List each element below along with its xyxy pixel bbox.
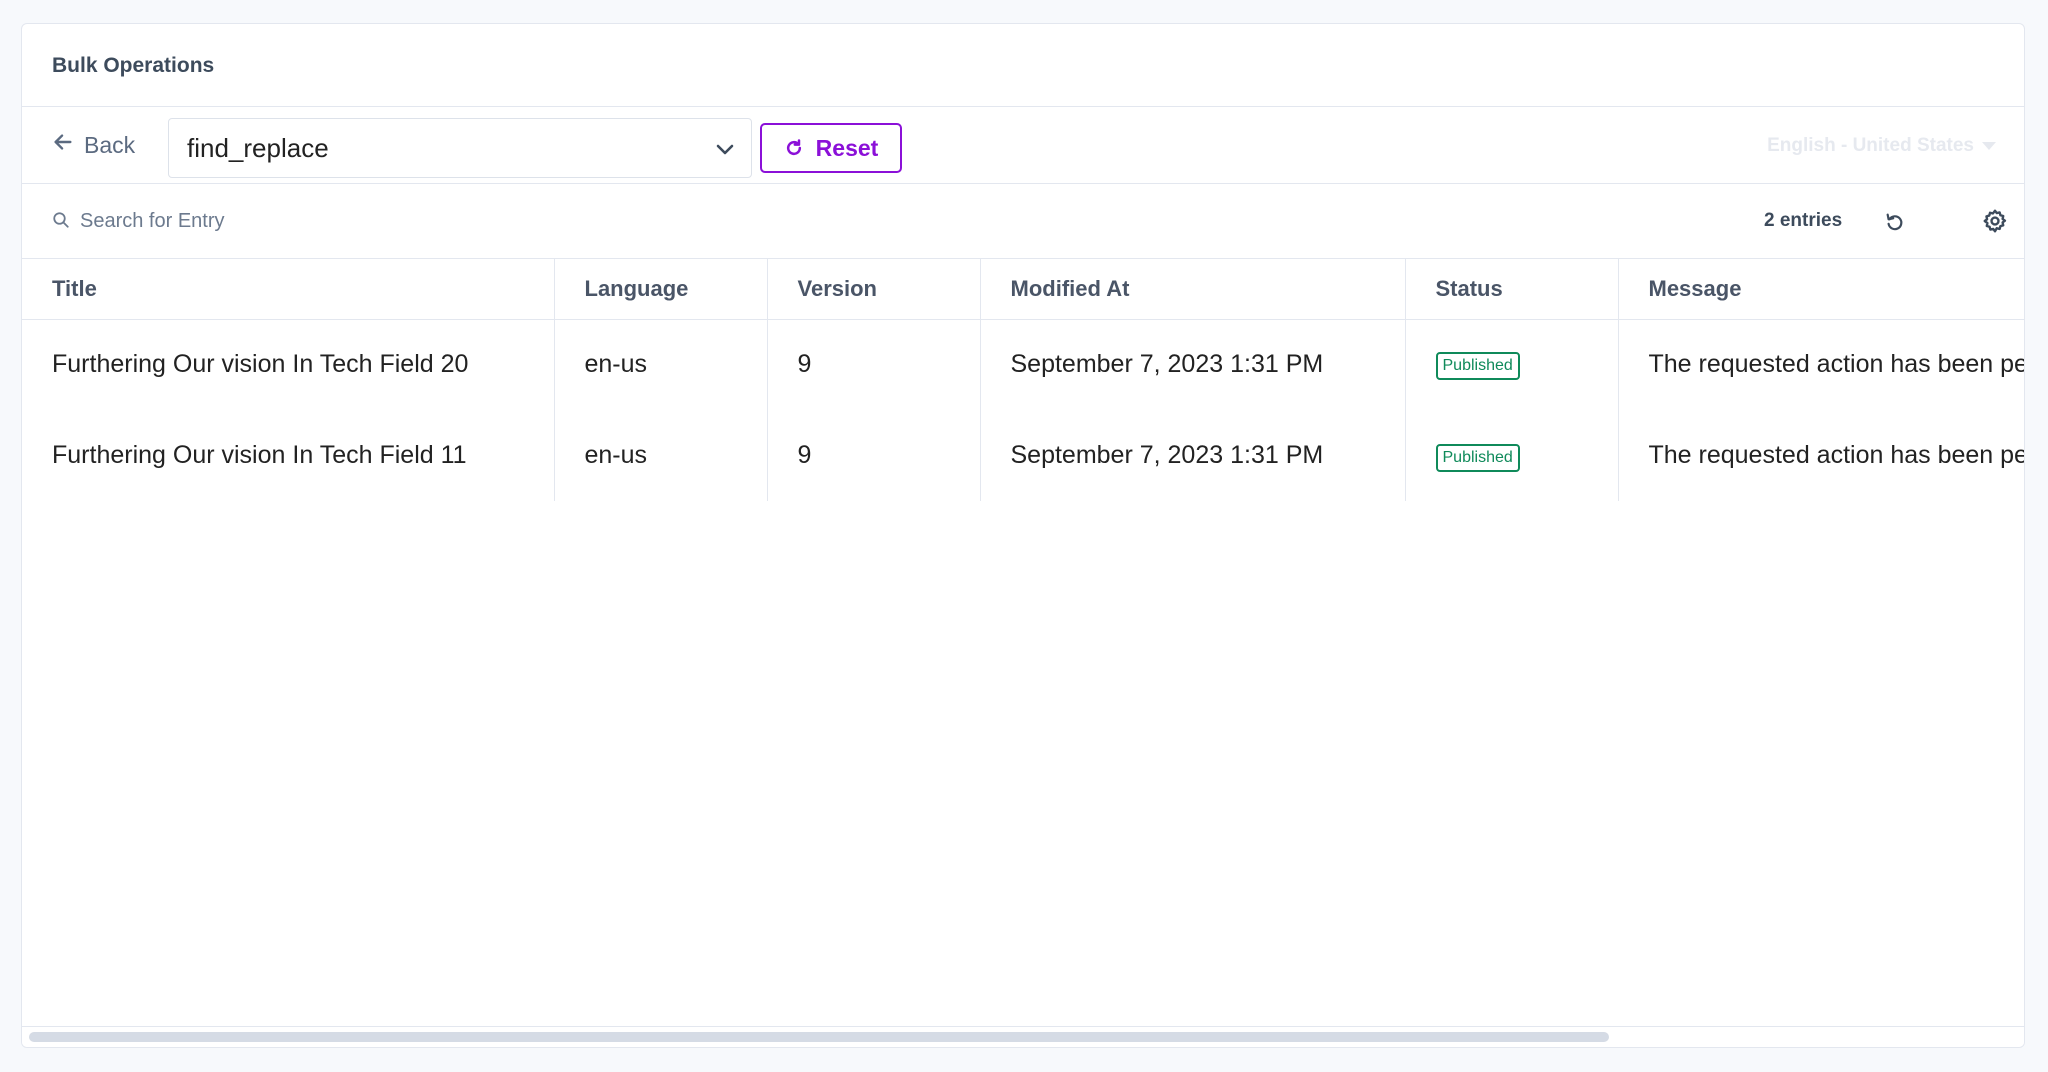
column-header-message[interactable]: Message [1618,259,2024,320]
cell-title: Furthering Our vision In Tech Field 11 [22,410,555,501]
cell-version: 9 [767,410,981,501]
filler-cell [554,501,767,1026]
cell-language: en-us [554,410,768,501]
table-row[interactable]: Furthering Our vision In Tech Field 11 e… [22,410,2024,501]
reset-button[interactable]: Reset [760,123,902,173]
refresh-icon [786,139,801,156]
cell-message: The requested action has been performed. [1618,410,2024,501]
cell-language: en-us [554,319,768,410]
cell-message: The requested action has been performed. [1618,319,2024,410]
panel-header: Bulk Operations [22,24,2024,107]
column-header-modified-at[interactable]: Modified At [980,259,1406,320]
cell-modified-at: September 7, 2023 1:31 PM [980,319,1406,410]
table-header-row: Title Language Version Modified At Statu… [22,259,2024,320]
back-button[interactable]: Back [52,125,135,165]
bulk-operations-panel: Bulk Operations Back find_replace Reset [21,23,2025,1048]
reset-label: Reset [815,134,879,161]
cell-status: Published [1405,319,1619,410]
scrollbar-thumb[interactable] [29,1032,1609,1042]
gear-icon[interactable] [1982,208,2008,234]
filler-cell [1405,501,1618,1026]
refresh-entries-icon[interactable] [1884,211,1906,233]
search-icon [53,212,69,228]
filler-cell [767,501,980,1026]
cell-modified-at: September 7, 2023 1:31 PM [980,410,1406,501]
locale-label: English - United States [1767,135,1974,156]
entries-table-container: Title Language Version Modified At Statu… [22,259,2024,1026]
horizontal-scrollbar[interactable] [22,1026,2024,1047]
column-header-title[interactable]: Title [22,259,555,320]
arrow-left-icon [52,131,74,159]
search-bar: 2 entries [22,184,2024,259]
status-badge: Published [1435,352,1520,381]
locale-dropdown[interactable]: English - United States [1767,135,1996,157]
column-header-status[interactable]: Status [1405,259,1619,320]
search-input[interactable] [78,202,678,240]
column-header-language[interactable]: Language [554,259,768,320]
toolbar: Back find_replace Reset English - United… [22,107,2024,184]
cell-title: Furthering Our vision In Tech Field 20 [22,319,555,410]
entries-count: 2 entries [1764,210,1843,231]
filler-cell [22,501,554,1026]
operation-select-value: find_replace [187,132,329,163]
page-title: Bulk Operations [52,54,215,77]
cell-status: Published [1405,410,1619,501]
chevron-down-icon [716,144,734,155]
status-badge: Published [1435,443,1520,472]
operation-select[interactable]: find_replace [168,118,752,178]
caret-down-icon [1982,142,1996,150]
filler-cell [980,501,1405,1026]
cell-version: 9 [767,319,981,410]
table-row[interactable]: Furthering Our vision In Tech Field 20 e… [22,319,2024,410]
entries-table: Title Language Version Modified At Statu… [22,259,2024,1026]
column-header-version[interactable]: Version [767,259,981,320]
table-filler-row [22,501,2024,1026]
back-label: Back [84,131,136,158]
filler-cell [1618,501,2024,1026]
